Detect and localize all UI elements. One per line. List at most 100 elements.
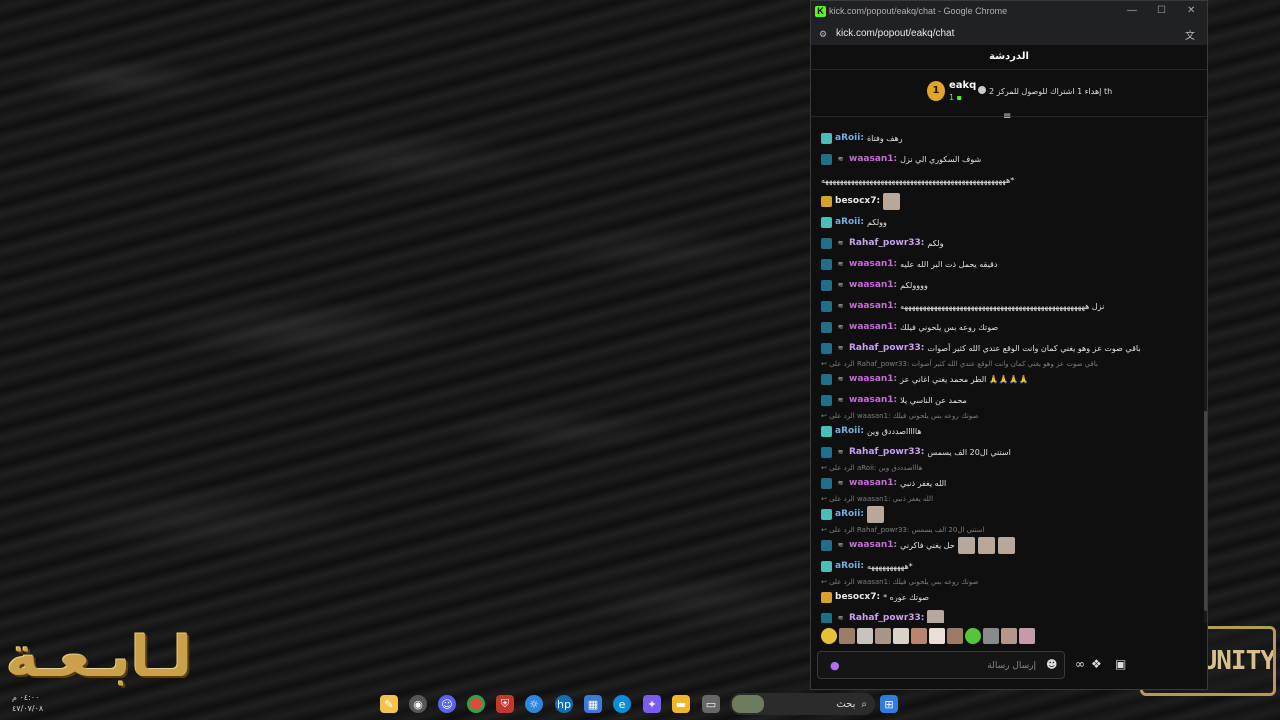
- chat-username[interactable]: besocx7:: [835, 196, 880, 206]
- subscriber-badge-icon: ≋: [837, 301, 844, 310]
- chat-message-text: نزل هههههههههههههههههههههههههههههههههههه…: [900, 301, 1105, 311]
- address-bar[interactable]: ⚙ kick.com/popout/eakq/chat 文: [811, 23, 1207, 45]
- chat-messages: aRoii: رهف وفتاة ≋ waasan1: شوف السكوري الي …: [811, 119, 1207, 623]
- emote-item[interactable]: [857, 628, 873, 644]
- gift-box-icon[interactable]: ▣: [1115, 657, 1126, 671]
- emote-item[interactable]: [875, 628, 891, 644]
- chat-username[interactable]: aRoii:: [835, 561, 864, 571]
- emote-item[interactable]: [929, 628, 945, 644]
- chat-message: aRoii: وولكم: [821, 215, 887, 229]
- maximize-icon[interactable]: ☐: [1157, 5, 1166, 16]
- chat-username[interactable]: aRoii:: [835, 133, 864, 143]
- chat-message-text: شوف السكوري الي نزل: [900, 154, 982, 164]
- folder-icon[interactable]: ▬: [672, 695, 690, 713]
- discord-icon[interactable]: ☺: [438, 695, 456, 713]
- shield-icon[interactable]: ⛨: [496, 695, 514, 713]
- chat-message: ≋ waasan1: حل يغني فاكرني: [821, 536, 1015, 554]
- pinned-text: إهداء 1 اشتراك للوصول للمركز 2 th: [978, 86, 1112, 96]
- chat-username[interactable]: Rahaf_powr33:: [849, 447, 924, 457]
- subscriber-badge-icon: ≋: [837, 613, 844, 622]
- chat-message-input[interactable]: [846, 656, 1036, 676]
- chat-message: ≋ Rahaf_powr33: استني ال20 الف يسمس: [821, 445, 1011, 459]
- chat-emote: [977, 536, 995, 554]
- minimize-icon[interactable]: —: [1127, 5, 1137, 16]
- chat-username[interactable]: Rahaf_powr33:: [849, 238, 924, 248]
- chat-username[interactable]: waasan1:: [849, 280, 897, 290]
- subscriber-badge-icon: ≋: [837, 280, 844, 289]
- hp-icon[interactable]: hp: [555, 695, 573, 713]
- search-icon: ⌕: [861, 698, 867, 710]
- chat-message: ≋ waasan1: وووولكم: [821, 278, 928, 292]
- site-info-icon[interactable]: ⚙: [819, 29, 827, 40]
- emote-item[interactable]: [821, 628, 837, 644]
- chat-header: الدردشة: [811, 45, 1207, 70]
- notes-icon[interactable]: ✎: [380, 695, 398, 713]
- pinned-count-value: 1: [949, 93, 955, 102]
- chat-username[interactable]: aRoii:: [835, 426, 864, 436]
- emoji-icon[interactable]: ☻: [1046, 658, 1057, 671]
- chat-username[interactable]: Rahaf_powr33:: [849, 343, 924, 353]
- subscriber-badge-icon: ≋: [837, 343, 844, 352]
- translate-icon[interactable]: 文: [1185, 27, 1195, 42]
- window-icon[interactable]: ▭: [702, 695, 720, 713]
- chat-message-text: هاااااصدددق وين: [866, 426, 922, 436]
- emote-item[interactable]: [893, 628, 909, 644]
- subscriber-badge-icon: ≋: [837, 154, 844, 163]
- reply-context: ↩ الرد على waasan1: صوتك روعه بس يلحوني …: [821, 578, 979, 586]
- subscriber-badge-icon: ≋: [837, 374, 844, 383]
- chat-username[interactable]: waasan1:: [849, 540, 897, 550]
- taskbar: [0, 690, 1280, 720]
- chat-username[interactable]: aRoii:: [835, 217, 864, 227]
- close-icon[interactable]: ✕: [1187, 5, 1195, 16]
- pinned-username[interactable]: eakq: [949, 80, 976, 91]
- emote-item[interactable]: [1019, 628, 1035, 644]
- chat-username[interactable]: waasan1:: [849, 301, 897, 311]
- taskbar-search[interactable]: بحث ⌕: [730, 693, 875, 715]
- app-icon[interactable]: ◉: [409, 695, 427, 713]
- chat-message: besocx7:: [821, 192, 901, 210]
- user-badge-icon: [821, 612, 832, 623]
- emote-item[interactable]: [839, 628, 855, 644]
- chat-username[interactable]: waasan1:: [849, 322, 897, 332]
- user-badge-icon: [821, 560, 832, 572]
- chat-username[interactable]: waasan1:: [849, 259, 897, 269]
- emote-item[interactable]: [1001, 628, 1017, 644]
- chat-username[interactable]: waasan1:: [849, 478, 897, 488]
- users-icon[interactable]: ❖: [1091, 657, 1102, 671]
- emote-item[interactable]: [983, 628, 999, 644]
- user-badge-icon: [821, 446, 832, 458]
- emote-item[interactable]: [911, 628, 927, 644]
- emote-item[interactable]: [965, 628, 981, 644]
- chat-username[interactable]: aRoii:: [835, 509, 864, 519]
- chat-emote: [957, 536, 975, 554]
- chat-message: ≋ waasan1: الله يغفر ذنبي: [821, 476, 946, 490]
- user-badge-icon: [821, 258, 832, 270]
- chat-username[interactable]: Rahaf_powr33:: [849, 613, 924, 623]
- chat-input-box[interactable]: ● ☻: [817, 651, 1065, 679]
- weather-icon[interactable]: ☼: [525, 695, 543, 713]
- edge-icon[interactable]: e: [613, 695, 631, 713]
- chat-username[interactable]: waasan1:: [849, 395, 897, 405]
- user-badge-icon: [821, 300, 832, 312]
- chat-message: aRoii: ههههههههههه*: [821, 559, 913, 573]
- chat-username[interactable]: besocx7:: [835, 592, 880, 602]
- pinned-leaderboard: 1 eakq 1 ▪ إهداء 1 اشتراك للوصول للمركز …: [811, 71, 1207, 122]
- mic-icon[interactable]: ●: [830, 659, 840, 672]
- chat-username[interactable]: waasan1:: [849, 374, 897, 384]
- emote-item[interactable]: [947, 628, 963, 644]
- pinned-count: 1 ▪: [949, 93, 963, 102]
- reply-context: ↩ الرد على Rahaf_powr33: استني ال20 الف …: [821, 526, 985, 534]
- user-badge-icon: [821, 132, 832, 144]
- copilot-icon[interactable]: ✦: [643, 695, 661, 713]
- store-icon[interactable]: ▦: [584, 695, 602, 713]
- start-icon[interactable]: ⊞: [880, 695, 898, 713]
- chrome-icon[interactable]: [467, 695, 485, 713]
- infinity-icon[interactable]: ∞: [1075, 657, 1085, 671]
- subscriber-badge-icon: ≋: [837, 540, 844, 549]
- chat-message: aRoii:: [821, 505, 884, 523]
- chat-scroll-thumb[interactable]: [1204, 411, 1207, 611]
- chat-message-text: * صوتك عوره: [883, 592, 930, 602]
- address-url[interactable]: kick.com/popout/eakq/chat: [836, 28, 954, 39]
- chat-username[interactable]: waasan1:: [849, 154, 897, 164]
- subscriber-badge-icon: ≋: [837, 478, 844, 487]
